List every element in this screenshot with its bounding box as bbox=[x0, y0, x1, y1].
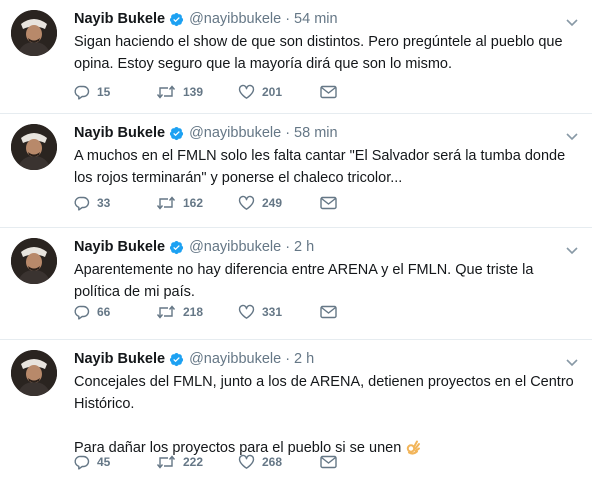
tweet-actions: 33 162 249 bbox=[74, 193, 340, 213]
tweet-actions: 15 139 201 bbox=[74, 82, 340, 102]
author-name[interactable]: Nayib Bukele bbox=[74, 351, 165, 367]
retweet-count: 222 bbox=[183, 455, 204, 469]
heart-icon bbox=[238, 304, 255, 320]
heart-icon bbox=[238, 84, 255, 100]
avatar[interactable] bbox=[11, 10, 57, 56]
tweet-text: A muchos en el FMLN solo les falta canta… bbox=[74, 145, 574, 189]
reply-button[interactable]: 15 bbox=[74, 84, 156, 100]
avatar[interactable] bbox=[11, 350, 57, 396]
like-count: 268 bbox=[262, 455, 283, 469]
retweet-icon bbox=[156, 304, 176, 320]
avatar[interactable] bbox=[11, 124, 57, 170]
reply-icon bbox=[74, 195, 90, 211]
tweet-paragraph: Concejales del FMLN, junto a los de AREN… bbox=[74, 374, 574, 412]
tweet[interactable]: Nayib Bukele @nayibbukele · 2 h Aparente… bbox=[0, 228, 592, 340]
like-button[interactable]: 268 bbox=[238, 454, 320, 470]
separator-dot: · bbox=[285, 11, 291, 27]
tweet-header: Nayib Bukele @nayibbukele · 2 h bbox=[74, 237, 314, 257]
like-button[interactable]: 249 bbox=[238, 195, 320, 211]
direct-message-button[interactable] bbox=[320, 305, 340, 319]
tweet[interactable]: Nayib Bukele @nayibbukele · 2 h Concejal… bbox=[0, 340, 592, 482]
tweet-header: Nayib Bukele @nayibbukele · 58 min bbox=[74, 123, 338, 143]
separator-dot: · bbox=[285, 239, 291, 255]
reply-icon bbox=[74, 454, 90, 470]
reply-icon bbox=[74, 84, 90, 100]
author-handle[interactable]: @nayibbukele bbox=[189, 11, 281, 27]
chevron-down-icon[interactable] bbox=[566, 242, 578, 255]
tweet-actions: 66 218 331 bbox=[74, 302, 340, 322]
timestamp[interactable]: 2 h bbox=[294, 239, 314, 255]
tweet-paragraph: Sigan haciendo el show de que son distin… bbox=[74, 34, 563, 72]
author-name[interactable]: Nayib Bukele bbox=[74, 125, 165, 141]
avatar[interactable] bbox=[11, 238, 57, 284]
retweet-button[interactable]: 218 bbox=[156, 304, 238, 320]
reply-button[interactable]: 66 bbox=[74, 304, 156, 320]
timestamp[interactable]: 54 min bbox=[294, 11, 338, 27]
envelope-icon bbox=[320, 196, 337, 210]
tweet-paragraph: A muchos en el FMLN solo les falta canta… bbox=[74, 148, 566, 186]
reply-count: 45 bbox=[97, 455, 111, 469]
verified-badge-icon bbox=[169, 352, 184, 367]
chevron-down-icon[interactable] bbox=[566, 14, 578, 27]
author-name[interactable]: Nayib Bukele bbox=[74, 11, 165, 27]
reply-button[interactable]: 33 bbox=[74, 195, 156, 211]
direct-message-button[interactable] bbox=[320, 196, 340, 210]
retweet-count: 139 bbox=[183, 85, 204, 99]
like-count: 201 bbox=[262, 85, 283, 99]
retweet-button[interactable]: 162 bbox=[156, 195, 238, 211]
timestamp[interactable]: 2 h bbox=[294, 351, 314, 367]
direct-message-button[interactable] bbox=[320, 85, 340, 99]
tweet-text: Concejales del FMLN, junto a los de AREN… bbox=[74, 371, 574, 462]
chevron-down-icon[interactable] bbox=[566, 354, 578, 367]
tweet[interactable]: Nayib Bukele @nayibbukele · 58 min A muc… bbox=[0, 114, 592, 228]
reply-count: 33 bbox=[97, 196, 111, 210]
tweet-text: Aparentemente no hay diferencia entre AR… bbox=[74, 259, 574, 303]
like-button[interactable]: 331 bbox=[238, 304, 320, 320]
reply-button[interactable]: 45 bbox=[74, 454, 156, 470]
heart-icon bbox=[238, 195, 255, 211]
retweet-icon bbox=[156, 195, 176, 211]
reply-count: 15 bbox=[97, 85, 111, 99]
reply-count: 66 bbox=[97, 305, 111, 319]
like-button[interactable]: 201 bbox=[238, 84, 320, 100]
timestamp[interactable]: 58 min bbox=[294, 125, 338, 141]
separator-dot: · bbox=[285, 351, 291, 367]
envelope-icon bbox=[320, 455, 337, 469]
direct-message-button[interactable] bbox=[320, 455, 340, 469]
tweet-header: Nayib Bukele @nayibbukele · 2 h bbox=[74, 349, 314, 369]
envelope-icon bbox=[320, 85, 337, 99]
separator-dot: · bbox=[285, 125, 291, 141]
verified-badge-icon bbox=[169, 126, 184, 141]
tweet[interactable]: Nayib Bukele @nayibbukele · 54 min Sigan… bbox=[0, 0, 592, 114]
envelope-icon bbox=[320, 305, 337, 319]
tweet-actions: 45 222 268 bbox=[74, 452, 340, 472]
author-handle[interactable]: @nayibbukele bbox=[189, 125, 281, 141]
verified-badge-icon bbox=[169, 240, 184, 255]
author-handle[interactable]: @nayibbukele bbox=[189, 239, 281, 255]
tweet-header: Nayib Bukele @nayibbukele · 54 min bbox=[74, 9, 338, 29]
author-name[interactable]: Nayib Bukele bbox=[74, 239, 165, 255]
retweet-icon bbox=[156, 454, 176, 470]
reply-icon bbox=[74, 304, 90, 320]
retweet-count: 162 bbox=[183, 196, 204, 210]
chevron-down-icon[interactable] bbox=[566, 128, 578, 141]
ok-hand-emoji-icon bbox=[405, 439, 421, 462]
retweet-count: 218 bbox=[183, 305, 204, 319]
retweet-button[interactable]: 139 bbox=[156, 84, 238, 100]
like-count: 331 bbox=[262, 305, 283, 319]
like-count: 249 bbox=[262, 196, 283, 210]
retweet-icon bbox=[156, 84, 176, 100]
author-handle[interactable]: @nayibbukele bbox=[189, 351, 281, 367]
tweet-text: Sigan haciendo el show de que son distin… bbox=[74, 31, 574, 75]
heart-icon bbox=[238, 454, 255, 470]
verified-badge-icon bbox=[169, 12, 184, 27]
tweet-paragraph: Aparentemente no hay diferencia entre AR… bbox=[74, 262, 534, 300]
retweet-button[interactable]: 222 bbox=[156, 454, 238, 470]
tweet-timeline: Nayib Bukele @nayibbukele · 54 min Sigan… bbox=[0, 0, 592, 482]
